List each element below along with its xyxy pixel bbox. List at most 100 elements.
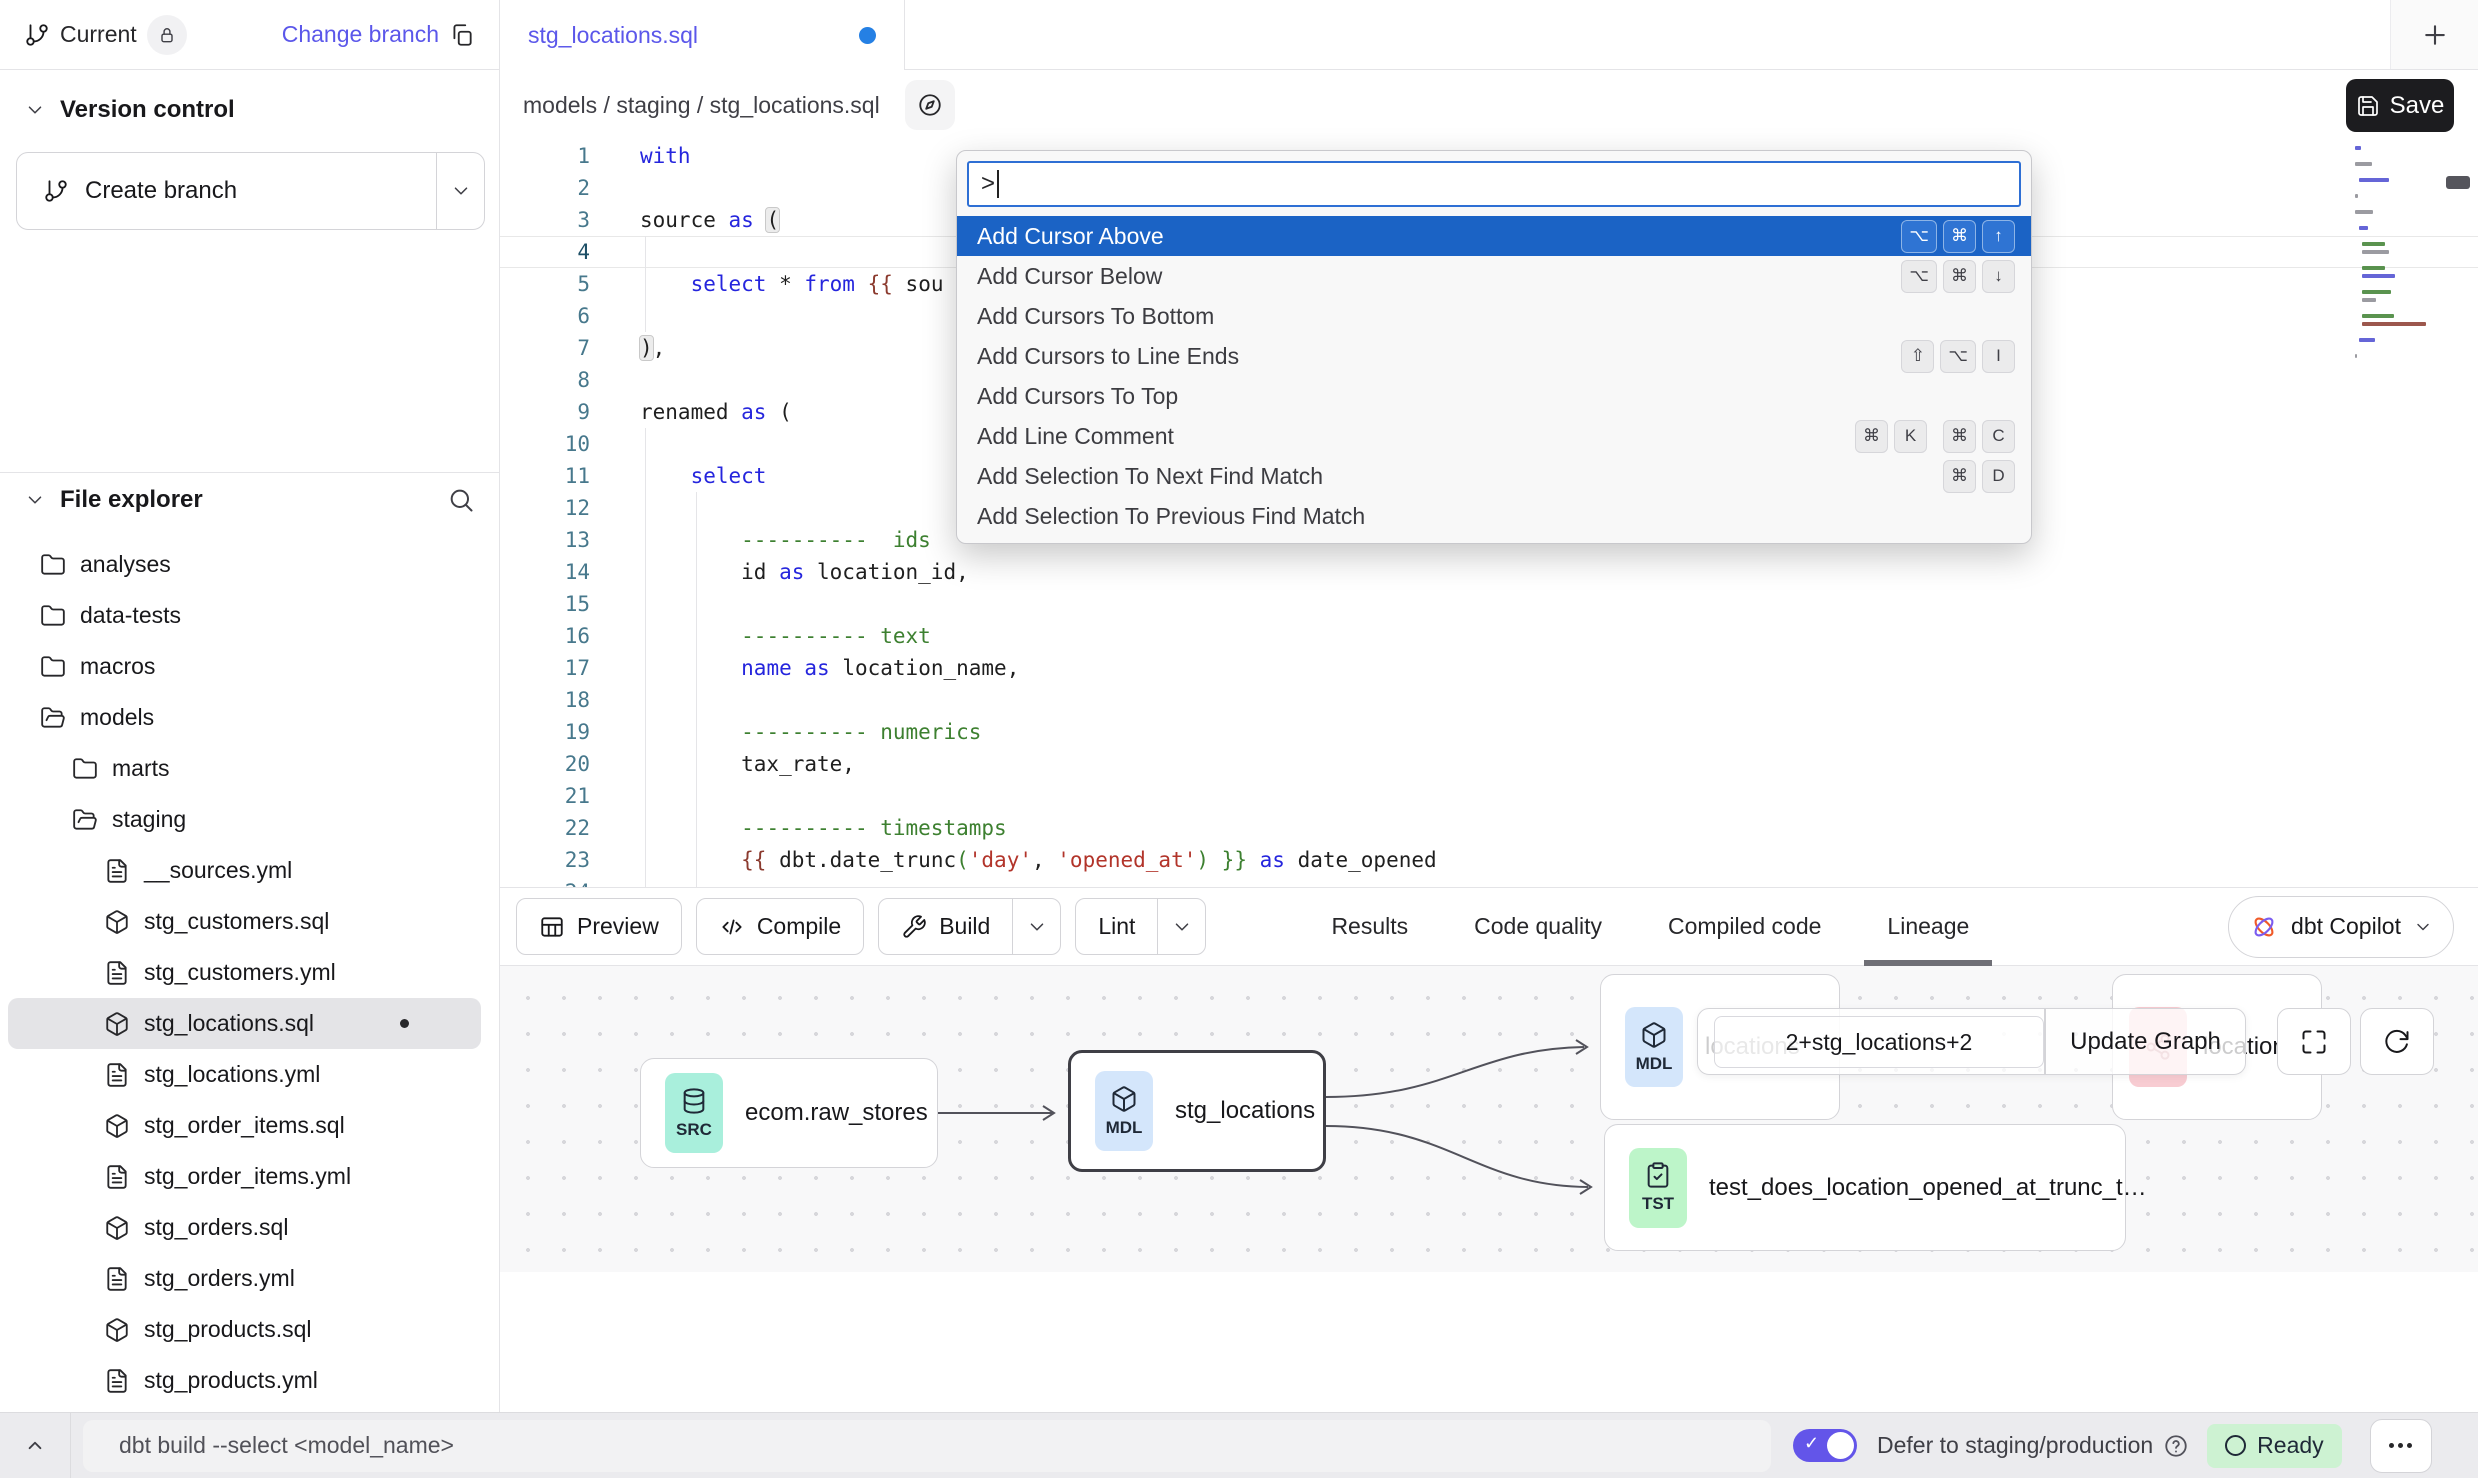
lineage-node-stg-locations[interactable]: MDL stg_locations [1068, 1050, 1326, 1172]
shortcut-key: ⇧ [1901, 340, 1934, 373]
file-item-stg_order_items.sql[interactable]: stg_order_items.sql [8, 1100, 481, 1151]
file-item-analyses[interactable]: analyses [8, 539, 481, 590]
command-query-prefix: > [981, 170, 995, 198]
code-line-16[interactable]: 16 ---------- text [500, 620, 2478, 652]
copilot-label: dbt Copilot [2291, 913, 2401, 940]
file-item-__sources.yml[interactable]: __sources.yml [8, 845, 481, 896]
command-item[interactable]: Add Cursors To Top [957, 376, 2031, 416]
folder-icon [72, 756, 98, 782]
preview-button[interactable]: Preview [516, 898, 682, 955]
code-line-19[interactable]: 19 ---------- numerics [500, 716, 2478, 748]
create-branch-button[interactable]: Create branch [16, 152, 485, 230]
line-number: 1 [500, 140, 590, 172]
shortcut-key: K [1894, 420, 1927, 453]
change-branch-link[interactable]: Change branch [282, 21, 439, 48]
file-item-stg_locations.sql[interactable]: stg_locations.sql [8, 998, 481, 1049]
expand-console-button[interactable] [0, 1413, 70, 1478]
file-item-stg_customers.yml[interactable]: stg_customers.yml [8, 947, 481, 998]
file-item-stg_locations.yml[interactable]: stg_locations.yml [8, 1049, 481, 1100]
compile-button[interactable]: Compile [696, 898, 864, 955]
shortcut-key: D [1982, 460, 2015, 493]
file-explorer-header[interactable]: File explorer [24, 486, 475, 514]
file-item-models[interactable]: models [8, 692, 481, 743]
chevron-down-icon [24, 489, 46, 511]
file-item-macros[interactable]: macros [8, 641, 481, 692]
dbt-command-input[interactable]: dbt build --select <model_name> [83, 1420, 1771, 1472]
doc-icon [104, 1266, 130, 1292]
lineage-node-test[interactable]: TST test_does_location_opened_at_trunc_t… [1604, 1124, 2126, 1251]
code-line-20[interactable]: 20 tax_rate, [500, 748, 2478, 780]
copy-icon[interactable] [449, 22, 475, 48]
tab-stg-locations-sql[interactable]: stg_locations.sql [500, 0, 905, 70]
more-options-button[interactable] [2370, 1419, 2432, 1473]
file-item-stg_orders.yml[interactable]: stg_orders.yml [8, 1253, 481, 1304]
tab-code-quality[interactable]: Code quality [1441, 887, 1635, 966]
model-badge: MDL [1625, 1007, 1683, 1087]
code-line-21[interactable]: 21 [500, 780, 2478, 812]
command-label: Add Selection To Previous Find Match [977, 503, 1365, 530]
file-item-staging[interactable]: staging [8, 794, 481, 845]
save-label: Save [2390, 92, 2445, 120]
command-item[interactable]: Add Selection To Next Find Match⌘D [957, 456, 2031, 496]
database-icon [680, 1087, 708, 1115]
model-icon [104, 1317, 130, 1343]
check-icon: ✓ [1804, 1433, 1819, 1454]
code-line-23[interactable]: 23 {{ dbt.date_trunc('day', 'opened_at')… [500, 844, 2478, 876]
lint-button[interactable]: Lint [1076, 899, 1157, 954]
save-button[interactable]: Save [2346, 79, 2454, 132]
graph-selector-input[interactable]: 2+stg_locations+2 [1714, 1016, 2044, 1068]
file-item-label: data-tests [80, 602, 181, 629]
line-number: 16 [500, 620, 590, 652]
line-number: 18 [500, 684, 590, 716]
tab-compiled-code[interactable]: Compiled code [1635, 887, 1854, 966]
fullscreen-button[interactable] [2277, 1008, 2351, 1075]
file-item-label: models [80, 704, 154, 731]
model-badge: MDL [1095, 1071, 1153, 1151]
tab-results[interactable]: Results [1298, 887, 1441, 966]
file-item-label: stg_orders.sql [144, 1214, 288, 1241]
docs-compass-button[interactable] [905, 80, 955, 130]
status-badge[interactable]: Ready [2207, 1424, 2341, 1468]
file-item-label: staging [112, 806, 186, 833]
lint-dropdown[interactable] [1157, 899, 1205, 954]
command-item[interactable]: Add Cursors to Line Ends⇧⌥I [957, 336, 2031, 376]
command-palette-input[interactable]: > [967, 161, 2021, 207]
command-item[interactable]: Add Line Comment⌘K⌘C [957, 416, 2031, 456]
minimap[interactable] [2355, 146, 2431, 362]
cube-icon [1110, 1085, 1138, 1113]
file-item-data-tests[interactable]: data-tests [8, 590, 481, 641]
dbt-copilot-button[interactable]: dbt Copilot [2228, 896, 2454, 958]
defer-toggle[interactable]: ✓ [1793, 1429, 1857, 1462]
file-item-stg_orders.sql[interactable]: stg_orders.sql [8, 1202, 481, 1253]
code-line-22[interactable]: 22 ---------- timestamps [500, 812, 2478, 844]
command-item[interactable]: Add Selection To Previous Find Match [957, 496, 2031, 536]
code-line-14[interactable]: 14 id as location_id, [500, 556, 2478, 588]
version-control-header[interactable]: Version control [24, 96, 235, 124]
file-list: analyses data-tests macros models marts stagi… [0, 539, 499, 1406]
build-dropdown[interactable] [1012, 899, 1060, 954]
help-icon[interactable] [2163, 1433, 2189, 1459]
file-item-label: analyses [80, 551, 171, 578]
command-item[interactable]: Add Cursor Above⌥⌘↑ [957, 216, 2031, 256]
command-item[interactable]: Add Cursor Below⌥⌘↓ [957, 256, 2031, 296]
file-item-stg_order_items.yml[interactable]: stg_order_items.yml [8, 1151, 481, 1202]
command-item[interactable]: Add Cursors To Bottom [957, 296, 2031, 336]
file-item-stg_customers.sql[interactable]: stg_customers.sql [8, 896, 481, 947]
new-tab-button[interactable] [2391, 0, 2478, 69]
line-number: 12 [500, 492, 590, 524]
create-branch-dropdown[interactable] [436, 153, 484, 229]
refresh-button[interactable] [2360, 1008, 2434, 1075]
editor-scrollbar-thumb[interactable] [2446, 176, 2470, 189]
update-graph-button[interactable]: Update Graph [2046, 1009, 2245, 1074]
lineage-canvas[interactable]: SRC ecom.raw_stores MDL stg_locations [500, 966, 2478, 1272]
code-line-18[interactable]: 18 [500, 684, 2478, 716]
file-item-stg_products.yml[interactable]: stg_products.yml [8, 1355, 481, 1406]
file-item-stg_products.sql[interactable]: stg_products.sql [8, 1304, 481, 1355]
code-line-17[interactable]: 17 name as location_name, [500, 652, 2478, 684]
file-item-marts[interactable]: marts [8, 743, 481, 794]
lineage-node-source[interactable]: SRC ecom.raw_stores [640, 1058, 938, 1168]
code-line-15[interactable]: 15 [500, 588, 2478, 620]
tab-lineage[interactable]: Lineage [1854, 887, 2002, 966]
search-icon[interactable] [447, 486, 475, 514]
build-button[interactable]: Build [879, 899, 1012, 954]
